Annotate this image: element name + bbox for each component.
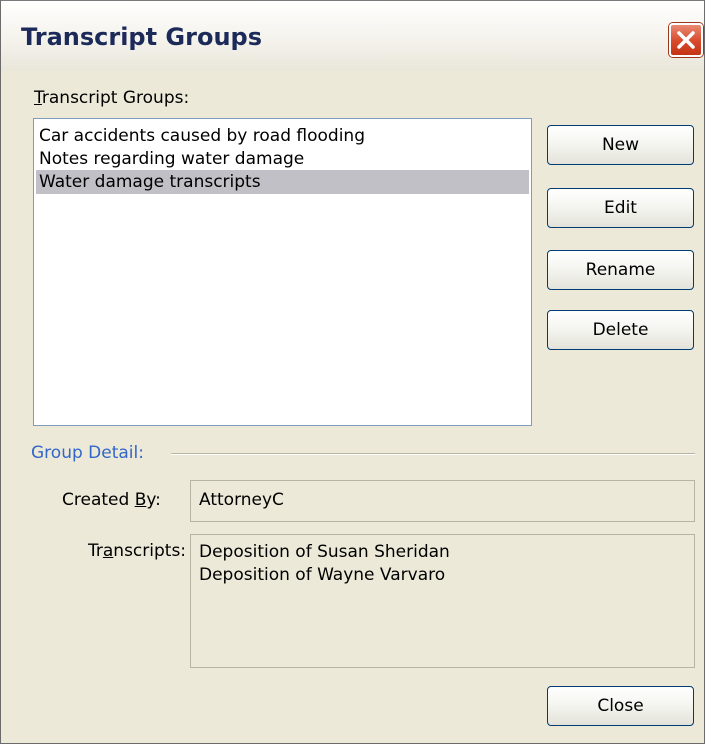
new-button[interactable]: New xyxy=(547,125,694,165)
transcript-groups-listbox[interactable]: Car accidents caused by road flooding No… xyxy=(33,118,532,426)
list-item[interactable]: Deposition of Wayne Varvaro xyxy=(199,564,686,587)
edit-button[interactable]: Edit xyxy=(547,188,694,228)
close-window-button[interactable] xyxy=(669,23,703,57)
dialog-title: Transcript Groups xyxy=(21,23,263,51)
group-detail-section-label: Group Detail: xyxy=(31,443,144,463)
transcript-groups-label: Transcript Groups: xyxy=(34,88,190,108)
section-divider xyxy=(171,453,695,454)
created-by-field: AttorneyC xyxy=(190,480,695,522)
created-by-value: AttorneyC xyxy=(199,490,284,510)
created-by-label: Created By: xyxy=(62,490,161,510)
transcript-groups-dialog: Transcript Groups Transcript Groups: Car… xyxy=(0,0,705,744)
transcripts-list[interactable]: Deposition of Susan Sheridan Deposition … xyxy=(190,534,695,668)
close-button[interactable]: Close xyxy=(547,686,694,726)
list-item[interactable]: Deposition of Susan Sheridan xyxy=(199,541,686,564)
transcripts-label: Transcripts: xyxy=(88,541,187,561)
title-bar[interactable]: Transcript Groups xyxy=(1,1,704,71)
list-item-selected[interactable]: Water damage transcripts xyxy=(36,170,529,194)
delete-button[interactable]: Delete xyxy=(547,310,694,350)
close-x-icon xyxy=(677,31,695,49)
list-item[interactable]: Car accidents caused by road flooding xyxy=(36,124,529,148)
list-item[interactable]: Notes regarding water damage xyxy=(36,147,529,171)
rename-button[interactable]: Rename xyxy=(547,250,694,290)
